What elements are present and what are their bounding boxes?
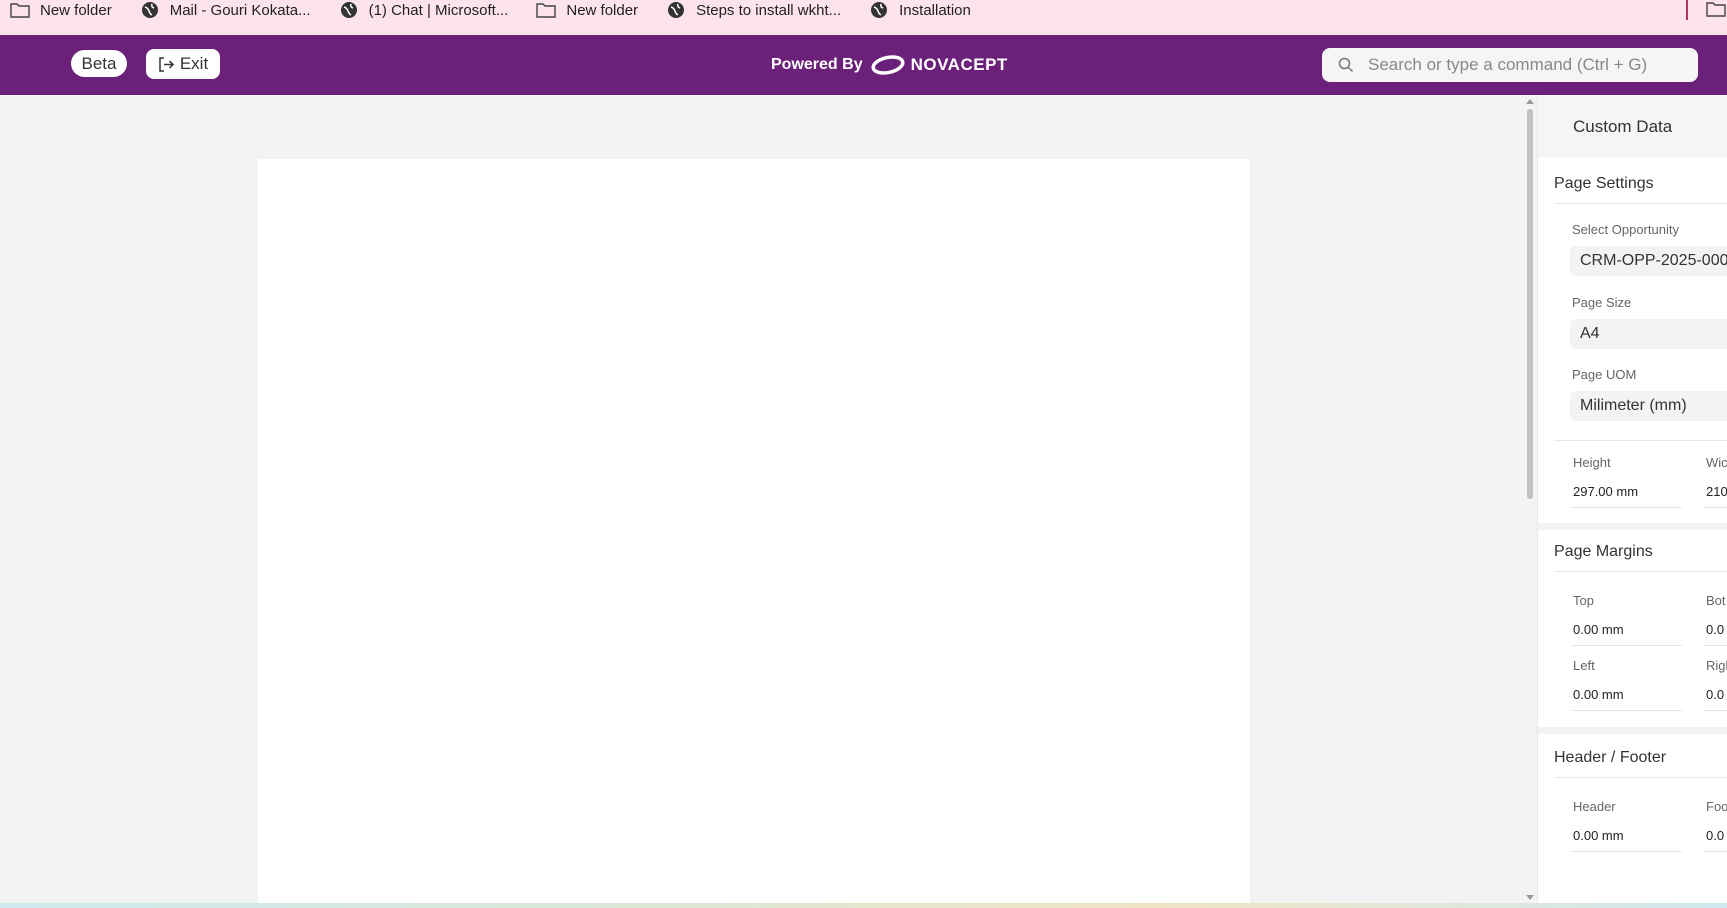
novacept-logo-icon <box>871 55 905 75</box>
bookmark-label: Steps to install wkht... <box>696 1 842 19</box>
opportunity-select[interactable]: CRM-OPP-2025-000 <box>1570 246 1727 276</box>
scroll-up-arrow-icon[interactable] <box>1526 99 1534 104</box>
page-size-select[interactable]: A4 <box>1570 319 1727 349</box>
margin-bottom-label: Bot <box>1706 593 1726 608</box>
globe-icon <box>871 2 888 18</box>
width-field[interactable]: 210 <box>1706 484 1727 499</box>
page-size-label: Page Size <box>1572 295 1632 310</box>
field-underline <box>1572 710 1682 711</box>
bookmarks-divider <box>1686 0 1688 20</box>
exit-button[interactable]: Exit <box>146 49 220 79</box>
header-height-field[interactable]: 0.00 mm <box>1573 828 1624 843</box>
section-title-page-margins[interactable]: Page Margins <box>1554 543 1653 561</box>
exit-icon <box>159 56 174 72</box>
powered-by-label: Powered By <box>771 56 863 73</box>
footer-height-label: Foo <box>1706 799 1727 814</box>
globe-icon <box>340 2 357 18</box>
bookmark-label: Mail - Gouri Kokata... <box>169 1 311 19</box>
properties-panel: Custom Data Page Settings Select Opportu… <box>1537 95 1727 903</box>
bookmark-item[interactable]: (1) Chat | Microsoft... <box>339 0 509 20</box>
bookmark-item[interactable]: Steps to install wkht... <box>666 0 841 20</box>
opportunity-value: CRM-OPP-2025-000 <box>1580 252 1727 269</box>
margin-bottom-field[interactable]: 0.0 <box>1706 622 1724 637</box>
divider <box>1554 440 1727 441</box>
page-uom-label: Page UOM <box>1572 367 1637 382</box>
app-header: Beta Exit Powered By NOVACEPT Search or … <box>0 35 1727 95</box>
panel-title[interactable]: Custom Data <box>1573 117 1672 137</box>
globe-icon <box>141 2 158 18</box>
designer-canvas[interactable] <box>0 95 1520 903</box>
margin-left-label: Left <box>1573 658 1595 673</box>
height-field[interactable]: 297.00 mm <box>1573 484 1638 499</box>
canvas-scrollbar[interactable] <box>1524 95 1536 903</box>
bookmarks-bar: New folder Mail - Gouri Kokata... (1) Ch… <box>0 0 1727 35</box>
bookmark-item[interactable]: New folder <box>10 0 112 20</box>
beta-badge[interactable]: Beta <box>71 50 127 77</box>
folder-icon[interactable] <box>1706 0 1726 18</box>
divider <box>1554 203 1727 204</box>
section-separator <box>1538 727 1727 734</box>
command-search-input[interactable]: Search or type a command (Ctrl + G) <box>1322 48 1698 82</box>
scroll-thumb[interactable] <box>1527 109 1533 499</box>
search-icon <box>1338 57 1354 73</box>
beta-label: Beta <box>81 53 117 73</box>
field-underline <box>1572 507 1682 508</box>
powered-by: Powered By NOVACEPT <box>771 52 1008 78</box>
margin-left-field[interactable]: 0.00 mm <box>1573 687 1624 702</box>
field-underline <box>1704 507 1727 508</box>
section-separator <box>1538 523 1727 530</box>
width-label: Wic <box>1706 455 1727 470</box>
folder-icon <box>536 3 557 18</box>
globe-icon <box>668 2 685 18</box>
opportunity-label: Select Opportunity <box>1572 222 1679 237</box>
page-uom-value: Milimeter (mm) <box>1580 397 1687 414</box>
margin-right-label: Righ <box>1706 658 1727 673</box>
page-sheet[interactable] <box>258 159 1250 903</box>
field-underline <box>1704 645 1727 646</box>
divider <box>1554 571 1727 572</box>
bookmark-label: New folder <box>566 1 639 19</box>
brand-name: NOVACEPT <box>910 55 1008 74</box>
folder-icon <box>10 3 30 18</box>
page-uom-select[interactable]: Milimeter (mm) <box>1570 391 1727 421</box>
page-size-value: A4 <box>1580 325 1600 342</box>
divider <box>1554 777 1727 778</box>
margin-top-field[interactable]: 0.00 mm <box>1573 622 1624 637</box>
bookmark-item[interactable]: New folder <box>536 0 638 20</box>
bookmark-label: (1) Chat | Microsoft... <box>368 1 509 19</box>
bookmark-item[interactable]: Mail - Gouri Kokata... <box>140 0 311 20</box>
exit-label: Exit <box>179 54 209 73</box>
section-title-header-footer[interactable]: Header / Footer <box>1554 749 1666 767</box>
header-height-label: Header <box>1573 799 1616 814</box>
scroll-down-arrow-icon[interactable] <box>1526 895 1534 900</box>
window-bottom-edge <box>0 903 1727 908</box>
footer-height-field[interactable]: 0.0 <box>1706 828 1724 843</box>
search-placeholder: Search or type a command (Ctrl + G) <box>1368 55 1648 74</box>
bookmark-label: Installation <box>899 1 971 19</box>
field-underline <box>1704 710 1727 711</box>
section-title-page-settings[interactable]: Page Settings <box>1554 175 1654 193</box>
height-label: Height <box>1573 455 1611 470</box>
margin-right-field[interactable]: 0.0 <box>1706 687 1724 702</box>
field-underline <box>1704 851 1727 852</box>
field-underline <box>1572 851 1682 852</box>
field-underline <box>1572 645 1682 646</box>
bookmark-label: New folder <box>40 1 112 19</box>
margin-top-label: Top <box>1573 593 1594 608</box>
bookmark-item[interactable]: Installation <box>869 0 971 20</box>
